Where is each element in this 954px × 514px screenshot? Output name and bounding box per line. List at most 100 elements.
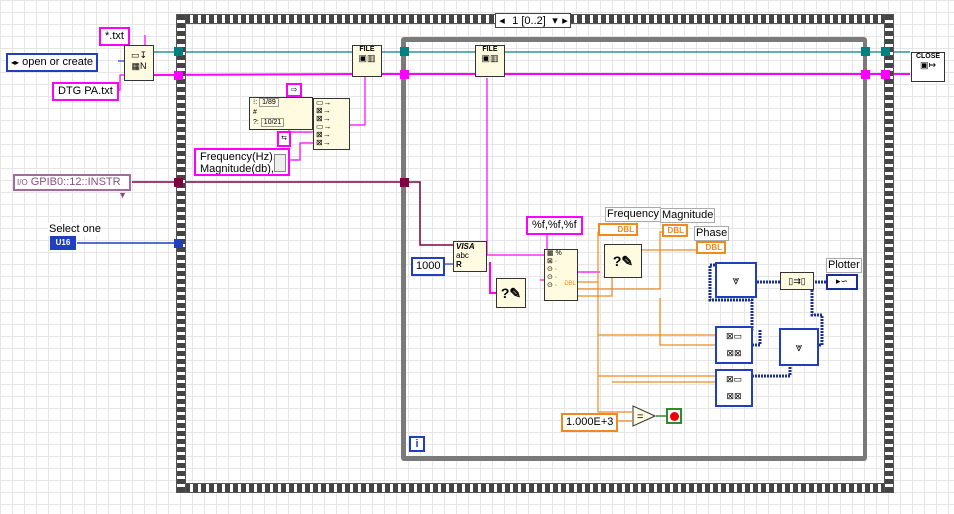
visa-tunnel <box>400 178 409 187</box>
error-handler-node[interactable]: ?✎ <box>604 244 642 278</box>
stop-icon <box>670 412 679 421</box>
open-mode-text: open or create <box>22 56 94 68</box>
string-tunnel <box>174 71 183 80</box>
tab-icon: ⇆ <box>281 135 287 142</box>
loop-iteration-label: i <box>415 438 419 450</box>
write-file-node[interactable]: FILE ▣▥ <box>352 45 382 77</box>
file-name-text: DTG PA.txt <box>58 85 113 97</box>
format-in-constant[interactable]: ⇨ <box>286 83 302 97</box>
graph-icon: ▸∽ <box>835 276 849 286</box>
bundle-icon: ⊠▭ ⊠⊠ <box>725 374 743 401</box>
stop-terminal[interactable] <box>666 408 682 424</box>
visa-read-node[interactable]: VISA abc R <box>453 241 487 272</box>
bundle-node[interactable]: ⊠▭ ⊠⊠ <box>715 326 753 364</box>
phase-dbl: DBL <box>705 243 722 252</box>
string-wire <box>350 75 366 126</box>
header-constant[interactable]: Frequency(Hz), Magnitude(db), <box>194 148 290 176</box>
close-file-node[interactable]: CLOSE ▣↦ <box>911 52 945 82</box>
integer-tunnel <box>174 239 183 248</box>
visa-sub: abc <box>456 251 469 260</box>
dropdown-arrow-icon[interactable]: ▼ <box>118 189 127 202</box>
build-xy-graph-node[interactable]: ⩔ <box>715 262 757 298</box>
open-file-n-label: ▦N <box>131 61 147 71</box>
pattern-text: *.txt <box>105 30 124 42</box>
concatenate-icon: ▭→ ⊠→ ⊠→ ▭→ ⊠→ ⊠→ <box>316 98 332 147</box>
resource-constant[interactable]: I/O GPIB0::12::INSTR ▼ <box>13 174 131 200</box>
build-array-node[interactable]: ▯⇉▯ <box>780 272 814 290</box>
arrow-icon: ⇨ <box>290 85 298 94</box>
format-string-constant[interactable]: %f,%f,%f <box>526 216 583 235</box>
plotter-indicator[interactable]: ▸∽ <box>826 274 858 290</box>
sequence-frame-bottom[interactable] <box>176 483 894 493</box>
phase-indicator[interactable]: DBL <box>696 241 726 254</box>
format-value-text: 1/89 <box>259 98 279 107</box>
magnitude-label: Magnitude <box>660 208 716 223</box>
visa-tunnel <box>174 178 183 187</box>
read-file-label: FILE <box>482 46 498 53</box>
refnum-tunnel <box>400 47 409 56</box>
xy-graph-icon: ⩔ <box>732 273 740 287</box>
refnum-tunnel <box>861 47 870 56</box>
file-name-constant[interactable]: DTG PA.txt <box>52 82 119 101</box>
format-string-text: %f,%f,%f <box>532 219 577 231</box>
string-tunnel <box>400 70 409 79</box>
byte-count-constant[interactable]: 1000 <box>411 257 446 276</box>
ring-arrows-icon: ◂▸ <box>11 58 20 67</box>
read-file-icon: ▣▥ <box>481 53 499 63</box>
equal-node[interactable]: = <box>632 405 657 427</box>
write-file-icon: ▣▥ <box>358 53 376 63</box>
close-file-label: CLOSE <box>915 53 941 60</box>
string-tunnel <box>861 70 870 79</box>
help-icon: ?✎ <box>500 285 522 301</box>
select-type-text: U16 <box>55 238 71 247</box>
dbl-tag: DBL <box>564 281 576 287</box>
error-handler-node[interactable]: ?✎ <box>496 278 526 308</box>
refnum-tunnel <box>881 47 890 56</box>
scrollbar-icon[interactable] <box>274 154 286 172</box>
open-file-icon: ▭↧ <box>130 50 148 60</box>
plotter-label: Plotter <box>826 258 862 273</box>
magnitude-dbl: DBL <box>667 226 684 235</box>
format-row-value: ⁝: 1/89 <box>253 98 312 108</box>
string-wire <box>290 142 315 161</box>
format-row-time: ?: 10/21 <box>253 118 312 128</box>
scan-icon: ▦ % ⊠ · ⊙ · ⊙ · ⊙ · <box>547 250 562 289</box>
visa-r-label: R <box>456 260 462 269</box>
open-mode-ring[interactable]: ◂▸ open or create <box>6 53 99 72</box>
equal-icon: = <box>632 405 657 427</box>
frequency-label: Frequency <box>605 207 661 222</box>
open-file-node[interactable]: ▭↧ ▦N <box>124 45 154 81</box>
format-datetime-node[interactable]: ⁝: 1/89 # ?: 10/21 <box>249 97 313 130</box>
sequence-frame-right[interactable] <box>884 14 894 493</box>
case-selector-label: 1 [0..2] <box>512 14 546 27</box>
close-file-icon: ▣↦ <box>919 60 937 70</box>
byte-count-text: 1000 <box>416 260 441 272</box>
phase-label: Phase <box>694 226 730 241</box>
header-line-1: Frequency(Hz), <box>200 151 276 163</box>
concatenate-node[interactable]: ▭→ ⊠→ ⊠→ ▭→ ⊠→ ⊠→ <box>313 98 350 150</box>
pattern-constant[interactable]: *.txt <box>99 27 130 46</box>
case-selector[interactable]: ◂ 1 [0..2] ▾ ▸ <box>495 13 571 28</box>
bundle-node[interactable]: ⊠▭ ⊠⊠ <box>715 369 753 407</box>
read-file-node[interactable]: FILE ▣▥ <box>475 45 505 77</box>
dropdown-arrow-icon[interactable]: ▾ <box>550 14 560 27</box>
stop-value-constant[interactable]: 1.000E+3 <box>561 413 619 432</box>
frequency-dbl: DBL <box>617 225 634 234</box>
loop-iteration-terminal: i <box>409 436 425 452</box>
svg-text:=: = <box>637 411 643 423</box>
build-xy-graph-node[interactable]: ⩔ <box>779 328 819 366</box>
visa-label: VISA <box>456 242 475 251</box>
select-one-control[interactable]: U16 <box>50 236 76 250</box>
frequency-indicator[interactable]: DBL <box>598 223 638 236</box>
write-file-label: FILE <box>359 46 375 53</box>
decrement-arrow-icon[interactable]: ◂ <box>496 14 508 27</box>
refnum-tunnel <box>174 47 183 56</box>
increment-arrow-icon[interactable]: ▸ <box>560 14 570 27</box>
sequence-frame-left[interactable] <box>176 14 186 493</box>
scan-from-string-node[interactable]: ▦ % ⊠ · ⊙ · ⊙ · ⊙ · DBL <box>544 249 578 301</box>
resource-text: GPIB0::12::INSTR <box>30 176 121 188</box>
io-icon: I/O <box>17 178 28 187</box>
magnitude-indicator[interactable]: DBL <box>662 224 688 237</box>
select-one-label: Select one <box>48 223 102 236</box>
tab-constant[interactable]: ⇆ <box>277 131 291 147</box>
